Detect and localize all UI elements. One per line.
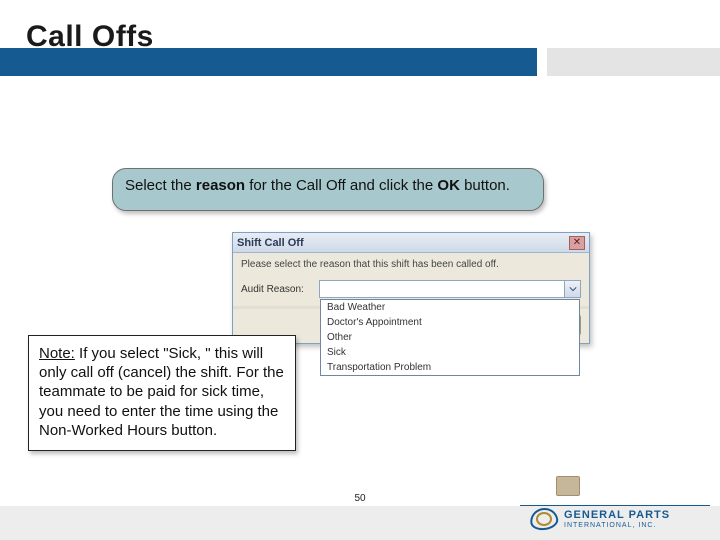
dialog-body: Please select the reason that this shift… (233, 253, 589, 306)
title-bar-gray (547, 48, 720, 76)
page-number: 50 (354, 493, 365, 504)
instruction-bold-reason: reason (196, 177, 245, 194)
shift-call-off-dialog: Shift Call Off ✕ Please select the reaso… (232, 232, 590, 344)
audit-reason-row: Audit Reason: Bad Weather Doctor's Appoi… (241, 280, 581, 298)
close-icon: ✕ (573, 237, 581, 248)
chevron-down-icon (569, 285, 577, 293)
dialog-title-text: Shift Call Off (237, 237, 304, 249)
combobox-dropdown-button[interactable] (564, 281, 580, 297)
instruction-suffix: button. (460, 177, 510, 194)
audit-reason-label: Audit Reason: (241, 284, 313, 295)
logo-line2: INTERNATIONAL, INC. (564, 522, 670, 529)
dropdown-option[interactable]: Doctor's Appointment (321, 315, 579, 330)
note-callout: Note: If you select "Sick, " this will o… (28, 335, 296, 451)
audit-reason-dropdown-list: Bad Weather Doctor's Appointment Other S… (320, 299, 580, 376)
note-body: If you select "Sick, " this will only ca… (39, 345, 284, 439)
company-logo: GENERAL PARTS INTERNATIONAL, INC. (530, 504, 700, 534)
dropdown-option[interactable]: Sick (321, 345, 579, 360)
dropdown-option[interactable]: Transportation Problem (321, 360, 579, 375)
audit-reason-combobox[interactable]: Bad Weather Doctor's Appointment Other S… (319, 280, 581, 298)
logo-text: GENERAL PARTS INTERNATIONAL, INC. (564, 510, 670, 529)
slide-title-row: Call Offs (0, 0, 720, 76)
dialog-message: Please select the reason that this shift… (241, 259, 581, 270)
dialog-close-button[interactable]: ✕ (569, 236, 585, 250)
dropdown-option[interactable]: Other (321, 330, 579, 345)
instruction-callout: Select the reason for the Call Off and c… (112, 168, 544, 211)
instruction-prefix: Select the (125, 177, 196, 194)
instruction-mid: for the Call Off and click the (245, 177, 437, 194)
note-label: Note: (39, 345, 75, 362)
logo-mark-icon (530, 508, 558, 530)
instruction-bold-ok: OK (437, 177, 460, 194)
title-bar-blue (0, 48, 537, 76)
footer-small-icon (556, 476, 580, 496)
dropdown-option[interactable]: Bad Weather (321, 300, 579, 315)
dialog-titlebar: Shift Call Off ✕ (233, 233, 589, 253)
logo-line1: GENERAL PARTS (564, 510, 670, 521)
